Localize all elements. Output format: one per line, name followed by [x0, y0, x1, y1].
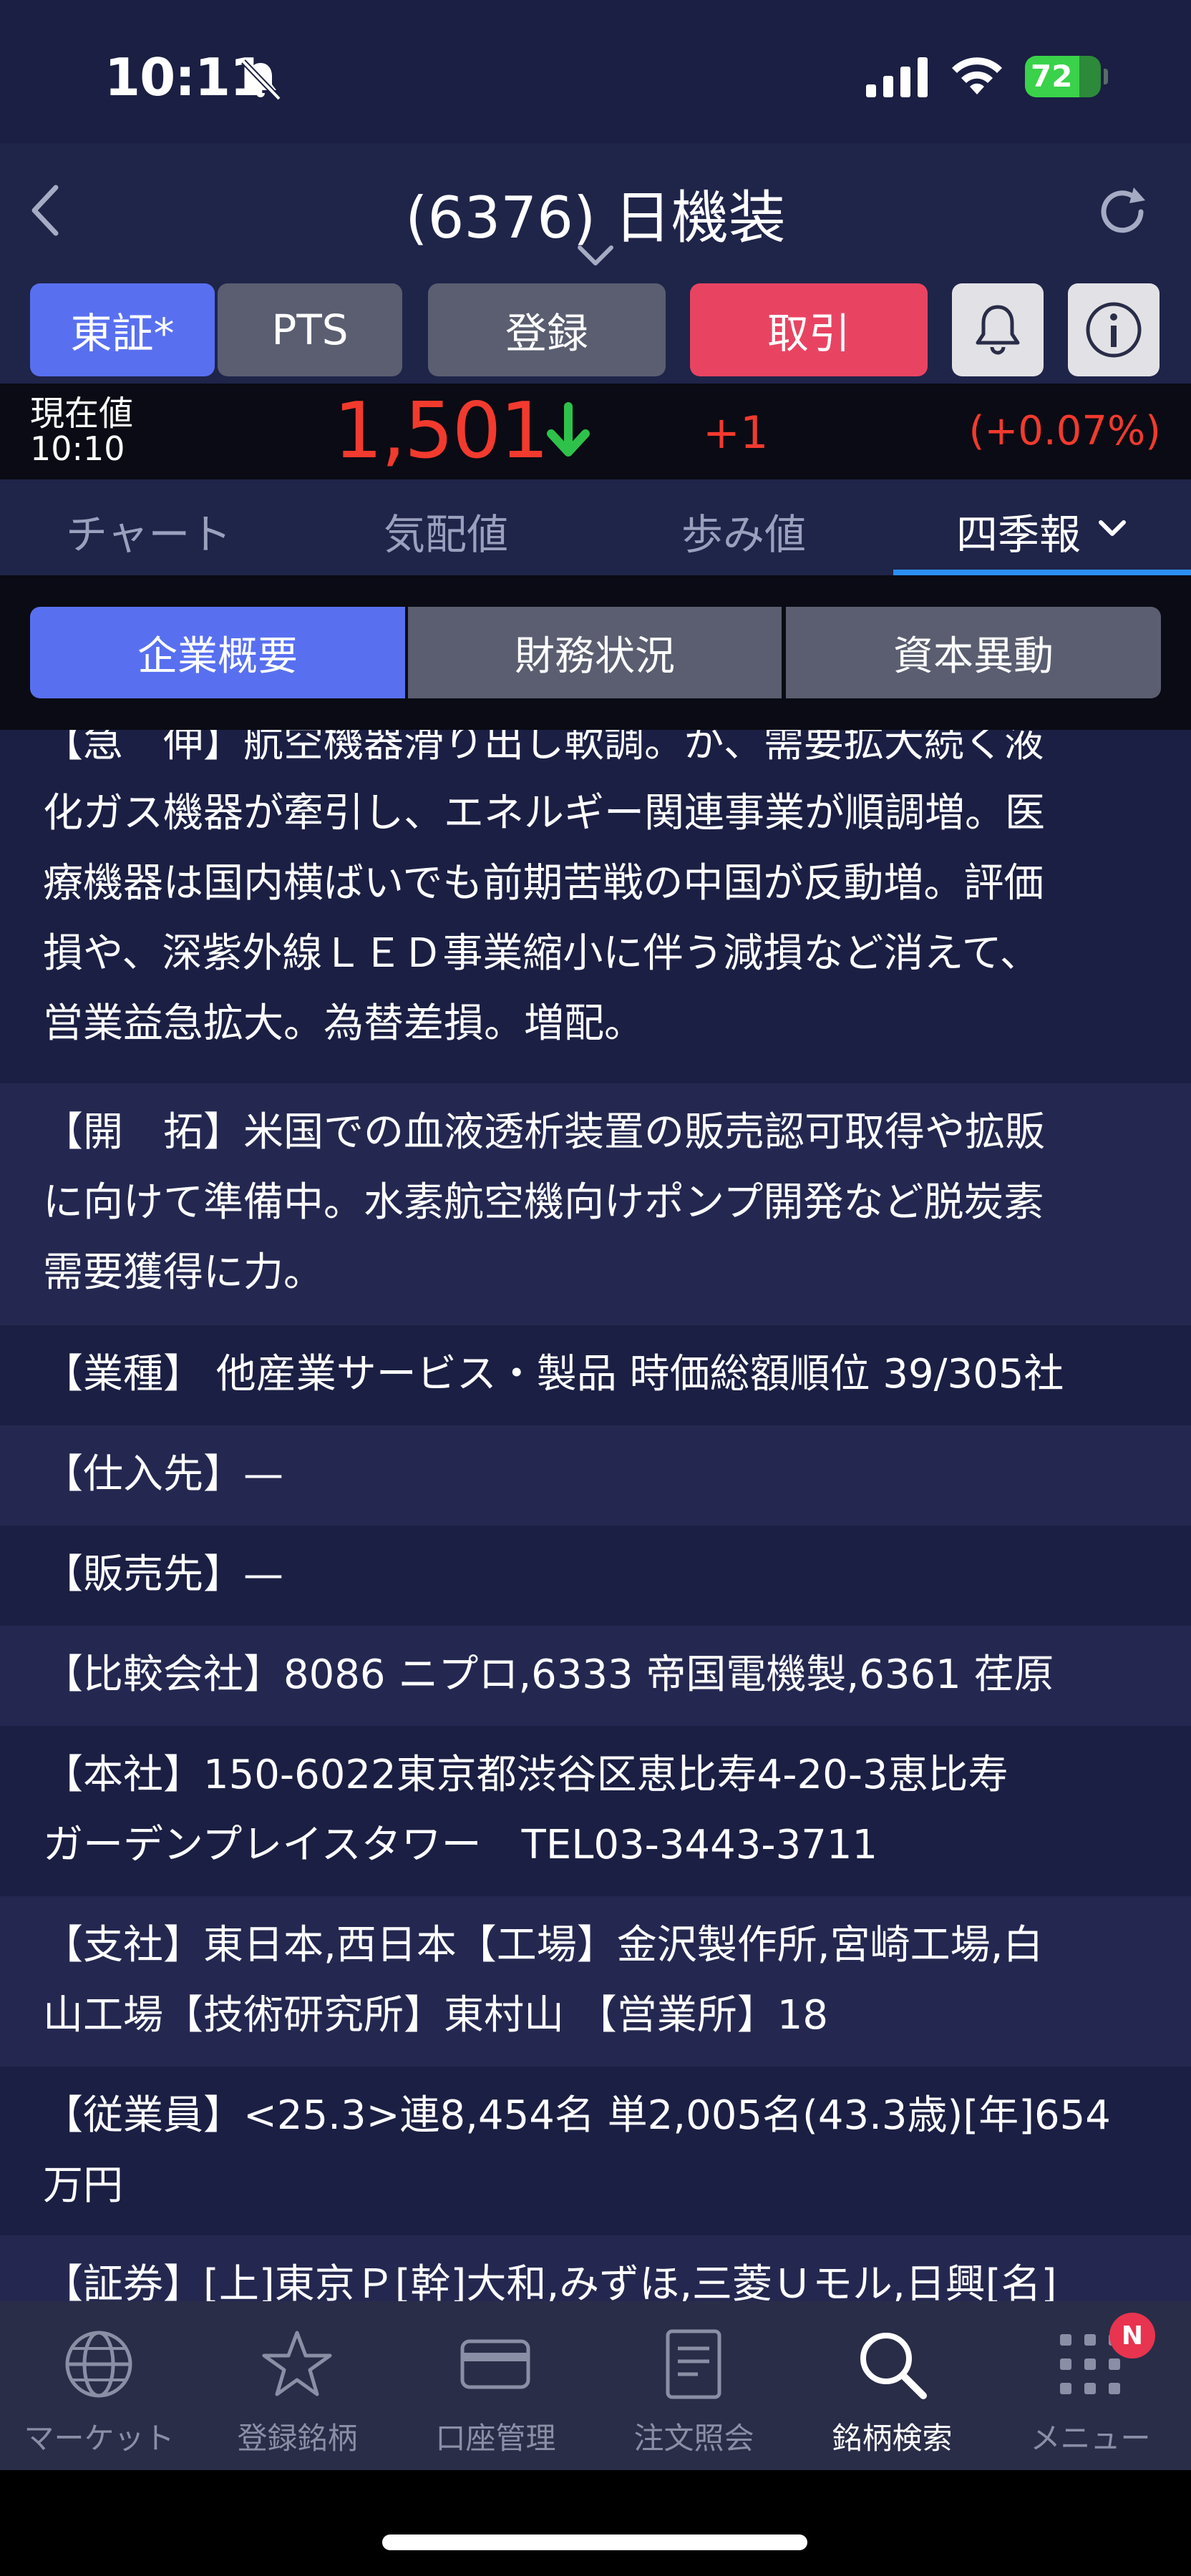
- page-title[interactable]: (6376) 日機装: [0, 172, 1191, 255]
- wifi-icon: [952, 57, 1002, 94]
- section-securities: 【証券】[上]東京Ｐ[幹]大和,みずほ,三菱Ｕモル,日興[名]: [0, 2235, 1191, 2301]
- active-tab-indicator: [893, 570, 1191, 575]
- nav-menu-label: メニュー: [1030, 2421, 1151, 2456]
- nav-watchlist[interactable]: 登録銘柄: [198, 2301, 397, 2470]
- price-change-percent: (+0.07%): [968, 408, 1161, 454]
- battery-icon: 72: [1025, 56, 1108, 97]
- company-overview-content: 【急 伸】航空機器滑り出し軟調。が、需要拡大続く液 化ガス機器が牽引し、エネルギ…: [0, 730, 1191, 2301]
- market-pts-button[interactable]: PTS: [218, 283, 402, 376]
- nav-account-label: 口座管理: [435, 2421, 556, 2456]
- arrow-down-icon: [547, 402, 590, 457]
- price-time: 10:10: [30, 429, 125, 468]
- trade-button[interactable]: 取引: [690, 283, 928, 376]
- star-icon: [262, 2331, 332, 2396]
- nav-market[interactable]: マーケット: [0, 2301, 198, 2470]
- price-label: 現在値: [30, 394, 134, 434]
- globe-icon: [65, 2331, 132, 2398]
- market-tosho-button[interactable]: 東証*: [30, 283, 215, 376]
- section-competitors: 【比較会社】8086 ニプロ,6333 帝国電機製,6361 荏原: [0, 1626, 1191, 1726]
- section-suppliers: 【仕入先】—: [0, 1425, 1191, 1526]
- section-offices: 【支社】東日本,西日本【工場】金沢製作所,宮崎工場,白 山工場【技術研究所】東村…: [0, 1896, 1191, 2067]
- segment-company-overview[interactable]: 企業概要: [30, 607, 405, 698]
- tab-quote[interactable]: 気配値: [384, 501, 508, 561]
- section-customers: 【販売先】—: [0, 1526, 1191, 1626]
- home-indicator[interactable]: [382, 2534, 807, 2550]
- alert-button[interactable]: [952, 283, 1044, 376]
- tab-chart[interactable]: チャート: [66, 501, 231, 561]
- section-employees: 【従業員】<25.3>連8,454名 単2,005名(43.3歳)[年]654 …: [0, 2067, 1191, 2235]
- notification-badge: N: [1109, 2313, 1155, 2358]
- section-outlook: 【急 伸】航空機器滑り出し軟調。が、需要拡大続く液 化ガス機器が牽引し、エネルギ…: [0, 730, 1191, 1083]
- chevron-down-icon[interactable]: [575, 243, 616, 268]
- segment-capital-changes[interactable]: 資本異動: [786, 607, 1161, 698]
- screen: 10:11 72 (6376) 日機装 東証* PTS 登録 取引 現在値 10…: [0, 0, 1191, 2576]
- section-headquarters: 【本社】150-6022東京都渋谷区恵比寿4-20-3恵比寿 ガーデンプレイスタ…: [0, 1726, 1191, 1896]
- info-button[interactable]: [1068, 283, 1160, 376]
- credit-card-icon: [460, 2339, 530, 2389]
- price-change: +1: [703, 406, 769, 459]
- search-icon: [860, 2333, 927, 2399]
- segment-financial-status[interactable]: 財務状況: [408, 607, 782, 698]
- info-icon: [1086, 302, 1142, 358]
- nav-search[interactable]: 銘柄検索: [793, 2301, 991, 2470]
- nav-search-label: 銘柄検索: [832, 2421, 953, 2456]
- battery-percent: 72: [1031, 59, 1073, 94]
- register-button[interactable]: 登録: [428, 283, 666, 376]
- section-industry: 【業種】 他産業サービス・製品 時価総額順位 39/305社: [0, 1325, 1191, 1425]
- nav-orders-label: 注文照会: [633, 2421, 754, 2456]
- tab-shikiho[interactable]: 四季報: [956, 501, 1081, 561]
- home-area: [0, 2470, 1191, 2576]
- nav-menu[interactable]: メニュー: [991, 2301, 1190, 2470]
- bell-icon: [976, 305, 1020, 355]
- cellular-signal-icon: [866, 57, 928, 97]
- nav-account[interactable]: 口座管理: [397, 2301, 595, 2470]
- refresh-icon[interactable]: [1092, 182, 1152, 242]
- current-price: 1,501: [334, 386, 549, 476]
- chevron-down-icon[interactable]: [1097, 518, 1128, 540]
- section-development: 【開 拓】米国での血液透析装置の販売認可取得や拡販 に向けて準備中。水素航空機向…: [0, 1083, 1191, 1325]
- tab-ticks[interactable]: 歩み値: [681, 501, 806, 561]
- nav-orders[interactable]: 注文照会: [595, 2301, 793, 2470]
- document-icon: [666, 2329, 721, 2399]
- nav-market-label: マーケット: [24, 2421, 175, 2456]
- nav-watchlist-label: 登録銘柄: [237, 2421, 358, 2456]
- bell-muted-icon: [241, 59, 281, 101]
